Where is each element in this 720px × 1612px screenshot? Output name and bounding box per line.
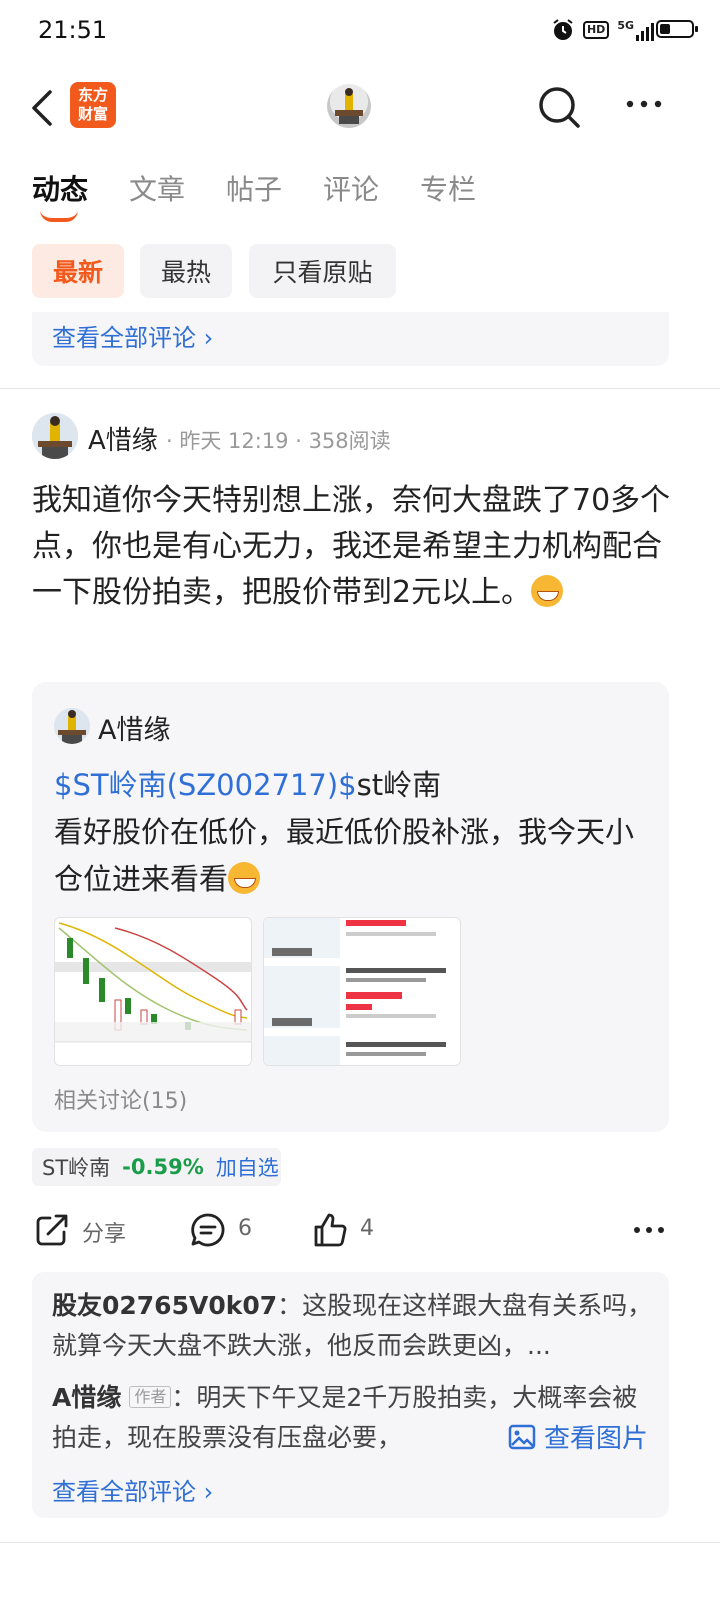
back-icon[interactable] [28, 88, 58, 128]
author-badge: 作者 [129, 1386, 172, 1408]
avatar[interactable] [327, 84, 371, 128]
like-count[interactable]: 4 [360, 1216, 374, 1241]
comment-icon[interactable] [190, 1212, 226, 1248]
app-logo: 东方 财富 [70, 82, 116, 128]
filter-original-only[interactable]: 只看原贴 [249, 244, 396, 298]
auction-screenshot-thumbnail[interactable] [263, 917, 461, 1066]
share-button[interactable]: 分享 [82, 1216, 126, 1248]
quoted-body: $ST岭南(SZ002717)$st岭南 看好股价在低价，最近低价股补涨，我今天小… [54, 768, 635, 896]
divider [0, 1542, 720, 1543]
filter-hot[interactable]: 最热 [140, 244, 232, 298]
avatar [54, 708, 90, 744]
stock-link[interactable]: $ST岭南(SZ002717)$ [54, 768, 357, 802]
tab-pinglun[interactable]: 评论 [323, 168, 379, 208]
divider [0, 388, 720, 389]
related-discussion[interactable]: 相关讨论(15) [54, 1083, 187, 1115]
like-icon[interactable] [312, 1212, 348, 1248]
stock-tag[interactable]: ST岭南 -0.59% 加自选 [32, 1148, 281, 1186]
search-icon[interactable] [536, 84, 582, 130]
view-image-link[interactable]: 查看图片 [508, 1418, 648, 1455]
view-all-comments-link[interactable]: 查看全部评论 › [52, 318, 213, 353]
tab-dongtai[interactable]: 动态 [32, 168, 88, 208]
avatar[interactable] [32, 413, 78, 459]
stock-change: -0.59% [122, 1155, 204, 1179]
filter-latest[interactable]: 最新 [32, 244, 124, 298]
status-icons: HD 5G [551, 18, 654, 42]
post-body: 我知道你今天特别想上涨，奈何大盘跌了70多个点，你也是有心无力，我还是希望主力机… [32, 483, 671, 610]
view-all-comments-link[interactable]: 查看全部评论 › [52, 1472, 213, 1507]
grin-emoji-icon [228, 862, 261, 894]
stock-name: ST岭南 [42, 1156, 111, 1180]
status-bar: 21:51 HD 5G [0, 0, 720, 64]
quoted-author: A惜缘 [98, 715, 171, 746]
image-icon [508, 1424, 536, 1449]
more-icon[interactable] [624, 92, 664, 116]
tab-zhuanlan[interactable]: 专栏 [420, 168, 476, 208]
comment-count[interactable]: 6 [238, 1216, 252, 1241]
more-icon[interactable] [632, 1222, 666, 1238]
hd-badge: HD [582, 21, 610, 39]
alarm-icon [553, 19, 573, 40]
post-author[interactable]: A惜缘 [88, 420, 158, 457]
signal-icon: 5G [617, 19, 654, 41]
comment-author[interactable]: 股友02765V0k07 [52, 1291, 277, 1320]
comment-item[interactable]: 股友02765V0k07：这股现在这样跟大盘有关系吗，就算今天大盘不跌大涨，他反… [52, 1286, 658, 1366]
tab-tiezi[interactable]: 帖子 [226, 168, 282, 208]
comment-author[interactable]: A惜缘 [52, 1383, 121, 1412]
tab-wenzhang[interactable]: 文章 [129, 168, 185, 208]
share-icon[interactable] [34, 1212, 70, 1248]
grin-emoji-icon [531, 575, 564, 607]
tab-indicator [40, 210, 78, 222]
post-meta: · 昨天 12:19 · 358阅读 [166, 429, 391, 453]
chart-thumbnail[interactable] [54, 917, 252, 1066]
battery-icon [656, 20, 698, 38]
add-watchlist-button[interactable]: 加自选 [216, 1152, 279, 1182]
status-time: 21:51 [38, 16, 108, 44]
